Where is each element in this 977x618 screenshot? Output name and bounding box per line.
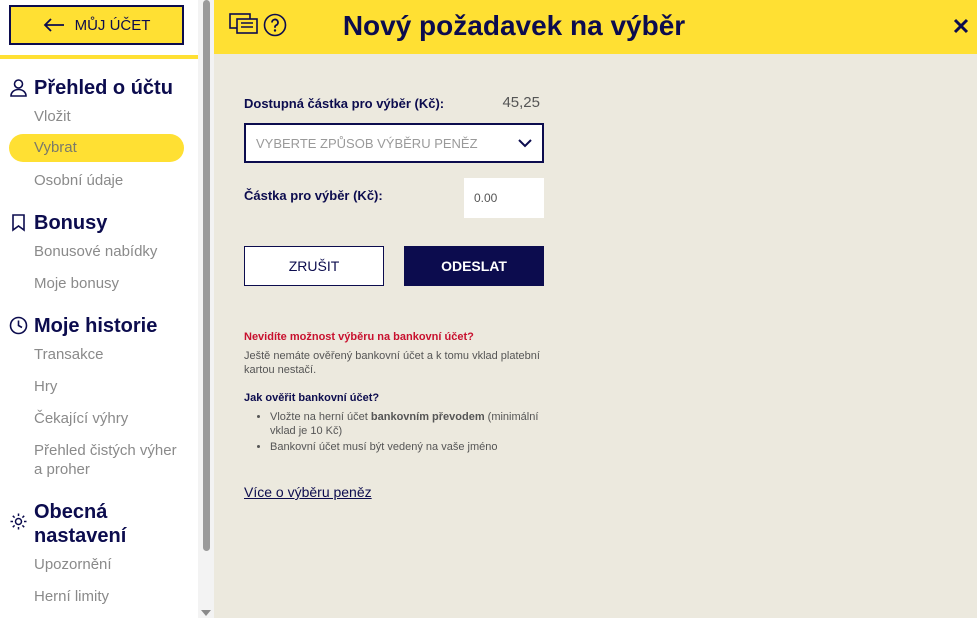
section-title-line2: nastavení [34,525,127,547]
net-overview-line1: Přehled čistých výher [34,442,177,459]
clock-icon [9,316,28,335]
sidebar-item-net-overview[interactable]: Přehled čistých výher a proher [34,441,177,479]
section-title: Přehled o účtu [34,77,173,99]
section-general-settings: Obecná nastavení [9,500,126,548]
sidebar-item-notifications[interactable]: Upozornění [34,555,112,574]
withdrawal-amount-input[interactable] [464,178,544,218]
back-to-account-button[interactable]: MŮJ ÚČET [9,5,184,45]
chevron-down-icon [518,139,532,148]
page-title: Nový požadavek na výběr [342,10,686,41]
more-about-withdrawal-link[interactable]: Více o výběru peněz [244,484,372,500]
available-amount-label: Dostupná částka pro výběr (Kč): [244,96,445,111]
section-history: Moje historie [9,314,157,338]
section-title: Moje historie [34,315,158,337]
sidebar-item-pending[interactable]: Čekající výhry [34,409,128,428]
available-amount-value: 45,25 [502,94,540,111]
section-bonuses: Bonusy [9,211,107,235]
bookmark-icon [12,214,25,232]
how-to-verify-title: Jak ověřit bankovní účet? [244,392,380,404]
verify-steps-list: Vložte na herní účet bankovním převodem … [270,410,545,456]
sidebar-scrollbar-thumb[interactable] [203,0,210,551]
sidebar: MŮJ ÚČET Přehled o účtu Vložit Vybrat Os… [0,0,198,618]
step1-bold: bankovním převodem [370,411,485,423]
list-item: Vložte na herní účet bankovním převodem … [270,410,545,438]
cancel-button[interactable]: ZRUŠIT [244,246,384,286]
sidebar-item-deposit[interactable]: Vložit [34,107,71,126]
section-title: Obecná nastavení [34,500,126,548]
warning-text: Ještě nemáte ověřený bankovní účet a k t… [244,350,540,376]
section-title-line1: Obecná [34,501,108,523]
sidebar-item-my-bonuses[interactable]: Moje bonusy [34,274,119,293]
sidebar-item-withdraw[interactable]: Vybrat [9,134,184,162]
sidebar-item-personal[interactable]: Osobní údaje [34,171,123,190]
section-account-overview: Přehled o účtu [9,76,173,100]
withdrawal-amount-label: Částka pro výběr (Kč): [244,188,383,203]
withdrawal-method-placeholder: VYBERTE ZPŮSOB VÝBĚRU PENĚZ [256,135,478,151]
sidebar-item-limits[interactable]: Herní limity [34,587,109,606]
close-icon[interactable] [951,16,971,36]
user-icon [10,79,27,97]
scroll-down-arrow-icon[interactable] [201,610,211,616]
gear-icon [10,513,27,530]
warning-title: Nevidíte možnost výběru na bankovní účet… [244,331,474,343]
sidebar-item-bonus-offers[interactable]: Bonusové nabídky [34,242,157,261]
submit-button[interactable]: ODESLAT [404,246,544,286]
sidebar-divider [0,55,198,59]
net-overview-line2: a proher [34,461,90,478]
sidebar-item-transactions[interactable]: Transakce [34,345,103,364]
step1-pre: Vložte na herní účet [270,411,371,423]
back-button-label: MŮJ ÚČET [74,16,151,34]
arrow-left-icon [43,18,64,32]
list-item: Bankovní účet musí být vedený na vaše jm… [270,440,545,454]
section-title: Bonusy [34,212,108,234]
withdrawal-method-select[interactable]: VYBERTE ZPŮSOB VÝBĚRU PENĚZ [244,123,544,163]
sidebar-item-games[interactable]: Hry [34,377,57,396]
